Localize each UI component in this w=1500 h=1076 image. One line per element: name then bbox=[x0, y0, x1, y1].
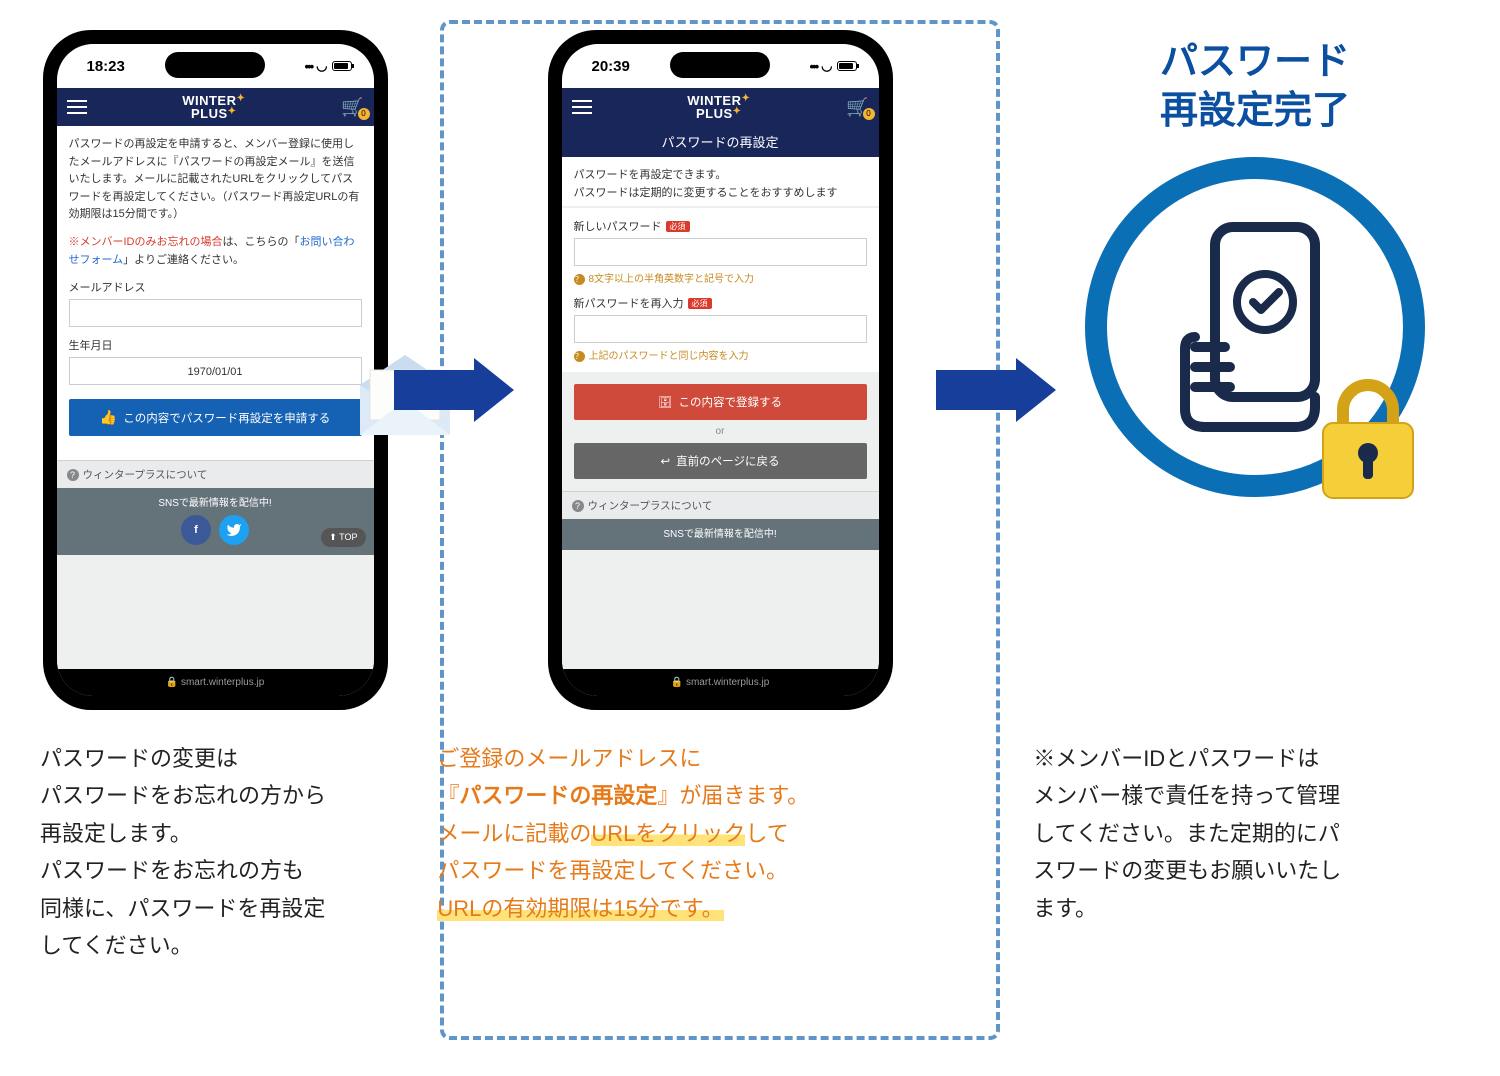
newpw2-label: 新パスワードを再入力必須 bbox=[574, 295, 867, 311]
cart-badge: 0 bbox=[863, 108, 875, 120]
newpw-hint: 8文字以上の半角英数字と記号で入力 bbox=[574, 270, 867, 285]
back-button[interactable]: ↩直前のページに戻る bbox=[574, 443, 867, 479]
done-illustration bbox=[1085, 157, 1425, 497]
done-title: パスワード再設定完了 bbox=[1160, 38, 1350, 137]
sns-section: SNSで最新情報を配信中! f ⬆ TOP bbox=[57, 488, 374, 555]
dob-field[interactable]: 1970/01/01 bbox=[69, 357, 362, 385]
email-field[interactable] bbox=[69, 299, 362, 327]
brand-logo: WINTER✦PLUS✦ bbox=[182, 94, 245, 120]
twitter-icon[interactable] bbox=[219, 515, 249, 545]
dob-label: 生年月日 bbox=[69, 337, 362, 353]
url-bar: 🔒 smart.winterplus.jp bbox=[562, 669, 879, 696]
newpw-label: 新しいパスワード必須 bbox=[574, 218, 867, 234]
required-badge: 必須 bbox=[688, 298, 712, 309]
newpw2-hint: 上記のパスワードと同じ内容を入力 bbox=[574, 347, 867, 362]
url-bar: 🔒 smart.winterplus.jp bbox=[57, 669, 374, 696]
phone-notch bbox=[165, 52, 265, 78]
back-icon: ↩ bbox=[661, 454, 671, 468]
app-header: WINTER✦PLUS✦ 🛒0 bbox=[562, 88, 879, 126]
lock-icon bbox=[1313, 375, 1423, 505]
sns-section: SNSで最新情報を配信中! bbox=[562, 519, 879, 550]
reset-desc2: パスワードは定期的に変更することをおすすめします bbox=[574, 185, 867, 203]
request-reset-button[interactable]: 👍この内容でパスワード再設定を申請する bbox=[69, 399, 362, 436]
reset-desc1: パスワードを再設定できます。 bbox=[574, 167, 867, 185]
menu-icon[interactable] bbox=[572, 100, 592, 114]
required-badge: 必須 bbox=[666, 221, 690, 232]
facebook-icon[interactable]: f bbox=[181, 515, 211, 545]
about-link[interactable]: ?ウィンタープラスについて bbox=[562, 491, 879, 519]
cart-icon[interactable]: 🛒0 bbox=[341, 97, 363, 118]
or-separator: or bbox=[574, 426, 867, 437]
phone-notch bbox=[670, 52, 770, 78]
email-label: メールアドレス bbox=[69, 279, 362, 295]
intro-text: パスワードの再設定を申請すると、メンバー登録に使用したメールアドレスに『パスワー… bbox=[69, 136, 362, 224]
status-indicators: ••• ◡ bbox=[810, 58, 857, 74]
phone-step2: 20:39 ••• ◡ WINTER✦PLUS✦ 🛒0 パスワードの再設定 パス… bbox=[548, 30, 893, 710]
top-button[interactable]: ⬆ TOP bbox=[321, 528, 365, 547]
brand-logo: WINTER✦PLUS✦ bbox=[687, 94, 750, 120]
status-indicators: ••• ◡ bbox=[305, 58, 352, 74]
status-time: 18:23 bbox=[87, 58, 125, 75]
thumbs-up-icon: 👍 bbox=[100, 409, 117, 426]
register-button[interactable]: 🗄この内容で登録する bbox=[574, 384, 867, 420]
newpw2-field[interactable] bbox=[574, 315, 867, 343]
caption-step1: パスワードの変更は パスワードをお忘れの方から 再設定します。 パスワードをお忘… bbox=[40, 740, 397, 964]
cart-badge: 0 bbox=[358, 108, 370, 120]
db-icon: 🗄 bbox=[658, 395, 673, 409]
arrow-icon bbox=[394, 370, 514, 420]
status-time: 20:39 bbox=[592, 58, 630, 75]
app-header: WINTER✦PLUS✦ 🛒0 bbox=[57, 88, 374, 126]
about-link[interactable]: ?ウィンタープラスについて bbox=[57, 460, 374, 488]
menu-icon[interactable] bbox=[67, 100, 87, 114]
phone-step1: 18:23 ••• ◡ WINTER✦PLUS✦ 🛒0 パスワードの再設定を申請… bbox=[43, 30, 388, 710]
warn-prefix: ※メンバーIDのみお忘れの場合 bbox=[69, 236, 223, 248]
page-title: パスワードの再設定 bbox=[562, 126, 879, 157]
cart-icon[interactable]: 🛒0 bbox=[846, 97, 868, 118]
warn-line: ※メンバーIDのみお忘れの場合は、こちらの「お問い合わせフォーム」よりご連絡くだ… bbox=[69, 234, 362, 269]
caption-step2: ご登録のメールアドレスに 『パスワードの再設定』が届きます。 メールに記載のUR… bbox=[437, 740, 993, 964]
caption-step3: ※メンバーIDとパスワードは メンバー様で責任を持って管理 してください。また定… bbox=[1033, 740, 1460, 964]
newpw-field[interactable] bbox=[574, 238, 867, 266]
